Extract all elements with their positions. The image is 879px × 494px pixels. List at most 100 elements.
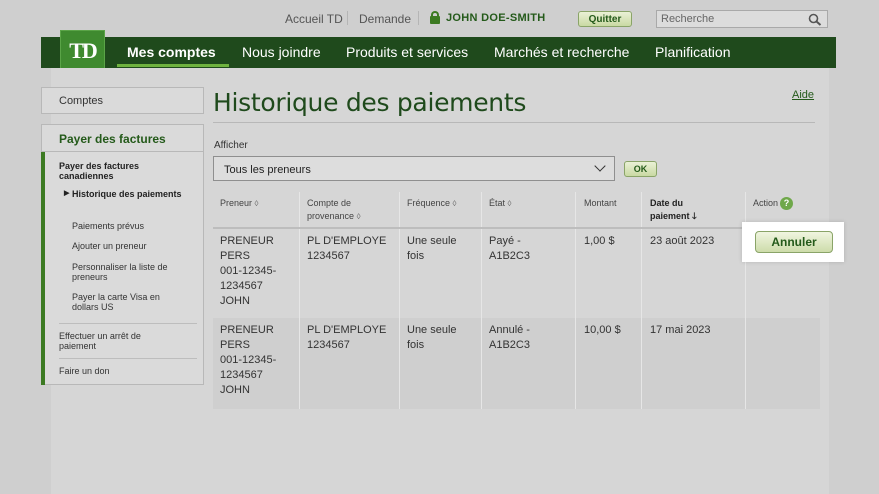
column-divider [299,192,300,409]
current-arrow-icon: ▶ [64,190,70,197]
header-label: Fréquence [407,198,451,208]
nav-item-mes-comptes[interactable]: Mes comptes [127,44,216,60]
cell-frequence: Une seule fois [407,323,457,353]
ok-button[interactable]: OK [624,161,657,177]
help-link[interactable]: Aide [792,89,814,101]
cell-montant: 10,00 $ [584,324,621,336]
cell-line: PERS [220,339,250,351]
sort-icon: ◊ [507,199,512,208]
nav-item-nous-joindre[interactable]: Nous joindre [242,44,321,60]
divider [347,11,348,25]
header-label: État [489,198,506,208]
search-box [656,10,828,28]
cell-line: fois [407,250,425,262]
cell-line: PERS [220,250,250,262]
cell-line: 1234567 [307,250,350,262]
quit-button[interactable]: Quitter [578,11,632,27]
cancel-payment-button[interactable]: Annuler [755,231,833,253]
sidebar-item-historique[interactable]: ▶ Historique des paiements [64,189,182,199]
sort-icon: ◊ [356,212,361,221]
home-link[interactable]: Accueil TD [285,12,343,26]
divider [59,358,197,359]
td-logo[interactable]: TD [60,30,105,71]
cell-line: Une seule [407,324,457,336]
sidebar-active-bar [41,152,45,385]
sidebar-item-comptes[interactable]: Comptes [41,87,204,114]
cell-line: A1B2C3 [489,339,530,351]
sidebar-item-arret-paiement[interactable]: Effectuer un arrêt de paiement [59,331,169,351]
cell-etat: Payé - A1B2C3 [489,234,530,264]
cell-line: 1234567 [307,339,350,351]
sort-icon: ◊ [452,199,457,208]
divider [213,122,815,123]
nav-item-marches[interactable]: Marchés et recherche [494,44,629,60]
header-preneur[interactable]: Preneur ◊ [220,192,295,228]
header-etat[interactable]: État ◊ [489,192,559,228]
header-montant: Montant [584,198,617,208]
column-divider [641,192,642,409]
cell-line: PRENEUR [220,324,274,336]
sidebar-item-ajouter-preneur[interactable]: Ajouter un preneur [72,241,192,251]
help-icon[interactable]: ? [780,197,794,211]
divider [418,11,419,25]
column-divider [575,192,576,409]
sidebar-item-payer-visa[interactable]: Payer la carte Visa en dollars US [72,292,182,312]
column-divider [481,192,482,409]
sidebar-item-personnaliser[interactable]: Personnaliser la liste de preneurs [72,262,190,282]
search-icon[interactable] [808,13,822,26]
payments-table: Preneur ◊ Compte de provenance ◊ Fréquen… [213,192,820,409]
payee-filter-select[interactable]: Tous les preneurs [213,156,615,181]
sidebar-item-faire-don[interactable]: Faire un don [59,366,179,376]
cell-line: PL D'EMPLOYE [307,235,387,247]
cell-line: Payé - [489,235,521,247]
cell-date: 23 août 2023 [650,235,715,247]
cell-line: fois [407,339,425,351]
sidebar-payer-header[interactable]: Payer des factures [42,125,203,152]
header-compte[interactable]: Compte de provenance ◊ [307,192,387,228]
sidebar-item-label: Historique des paiements [72,189,182,199]
chevron-down-icon [594,160,606,172]
nav-item-produits[interactable]: Produits et services [346,44,468,60]
select-value: Tous les preneurs [224,164,311,176]
active-tab-indicator [117,64,229,67]
nav-item-planification[interactable]: Planification [655,44,731,60]
cell-line: 1234567 [220,280,263,292]
header-label: Preneur [220,198,253,208]
cell-line: 001-12345- [220,265,277,277]
header-frequence[interactable]: Fréquence ◊ [407,192,477,228]
username: JOHN DOE-SMITH [446,12,546,24]
header-date[interactable]: Date du paiement 🡓 [650,192,715,228]
sidebar-item-payer-canadiennes[interactable]: Payer des factures canadiennes [59,161,179,181]
request-link[interactable]: Demande [359,12,411,26]
header-label: Date du paiement [650,198,690,221]
cell-line: JOHN [220,384,250,396]
header-label: Action [753,198,779,208]
header-label: Compte de provenance [307,198,355,221]
cell-compte: PL D'EMPLOYE 1234567 [307,234,386,264]
cell-frequence: Une seule fois [407,234,457,264]
column-divider [399,192,400,409]
cell-etat: Annulé - A1B2C3 [489,323,530,353]
sidebar-payer-section: Payer des factures Payer des factures ca… [41,124,204,385]
cell-date: 17 mai 2023 [650,324,711,336]
sort-down-icon: 🡓 [692,211,697,221]
utility-bar: Accueil TD Demande JOHN DOE-SMITH Quitte… [0,0,879,37]
cell-preneur: PRENEUR PERS 001-12345- 1234567 JOHN [220,323,276,398]
sort-icon: ◊ [254,199,259,208]
cell-line: 001-12345- [220,354,277,366]
main-nav: Mes comptes Nous joindre Produits et ser… [41,37,836,68]
cell-montant: 1,00 $ [584,235,615,247]
lock-icon [430,11,440,24]
sidebar-item-paiements-prevus[interactable]: Paiements prévus [72,221,192,231]
cell-line: 1234567 [220,369,263,381]
cell-preneur: PRENEUR PERS 001-12345- 1234567 JOHN [220,234,276,309]
search-input[interactable] [657,11,807,27]
filter-label: Afficher [214,140,248,151]
cell-line: PL D'EMPLOYE [307,324,387,336]
cell-line: JOHN [220,295,250,307]
page-title: Historique des paiements [213,88,527,117]
divider [59,323,197,324]
cell-line: Annulé - [489,324,530,336]
header-rule [213,227,820,229]
cell-compte: PL D'EMPLOYE 1234567 [307,323,386,353]
